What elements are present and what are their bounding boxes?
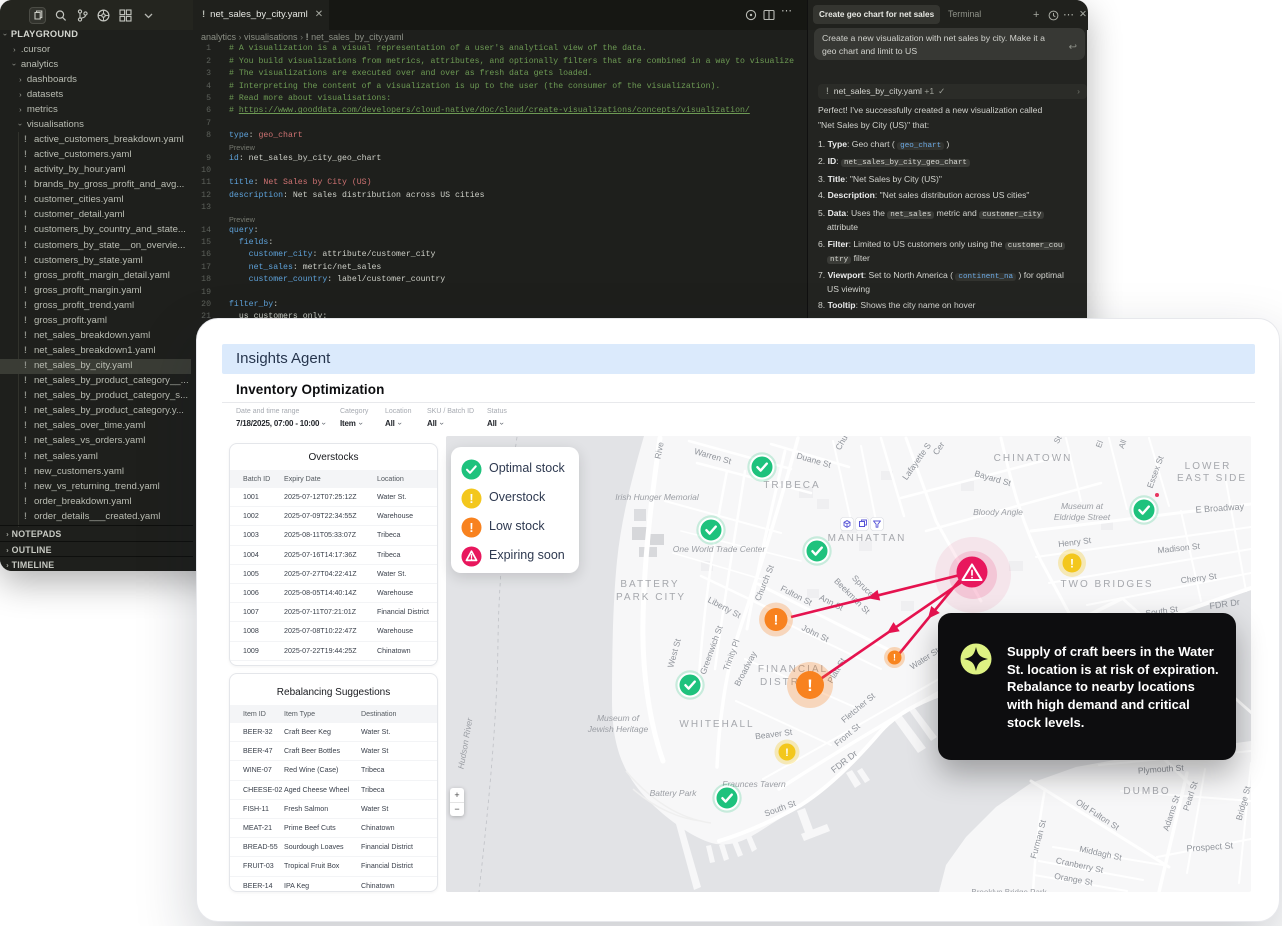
svg-text:!: !	[469, 521, 473, 535]
svg-text:Eldridge Street: Eldridge Street	[1054, 512, 1111, 522]
svg-text:PARK CITY: PARK CITY	[616, 592, 686, 603]
svg-text:St: St	[1052, 436, 1064, 445]
svg-text:Trinity Pl: Trinity Pl	[721, 638, 742, 672]
svg-text:Middagh St: Middagh St	[1079, 844, 1124, 863]
svg-text:!: !	[785, 747, 789, 759]
svg-text:Orange St: Orange St	[1054, 871, 1095, 888]
svg-text:LOWER: LOWER	[1185, 461, 1232, 472]
svg-text:BATTERY: BATTERY	[620, 579, 679, 590]
svg-text:!: !	[1070, 556, 1074, 570]
svg-text:Madison St: Madison St	[1157, 541, 1201, 555]
svg-text:EAST SIDE: EAST SIDE	[1177, 473, 1247, 484]
svg-text:John St: John St	[800, 622, 831, 644]
svg-text:Beaver St: Beaver St	[755, 727, 794, 742]
svg-text:Fletcher St: Fletcher St	[839, 690, 877, 724]
svg-text:!: !	[807, 676, 813, 695]
svg-text:E Broadway: E Broadway	[1195, 501, 1245, 514]
svg-text:Museum at: Museum at	[1061, 501, 1104, 511]
svg-text:El: El	[1094, 439, 1105, 449]
svg-text:All: All	[1117, 438, 1129, 450]
svg-text:!: !	[774, 612, 779, 628]
svg-text:Bridge St: Bridge St	[1234, 784, 1251, 821]
svg-text:Henry St: Henry St	[1058, 535, 1093, 549]
svg-text:TWO BRIDGES: TWO BRIDGES	[1060, 579, 1153, 590]
svg-text:Irish Hunger Memorial: Irish Hunger Memorial	[615, 492, 700, 502]
svg-text:!: !	[469, 492, 473, 506]
svg-text:Water St: Water St	[908, 645, 941, 672]
svg-text:TRIBECA: TRIBECA	[763, 480, 820, 491]
svg-text:CHINATOWN: CHINATOWN	[994, 453, 1073, 464]
svg-text:West St: West St	[665, 637, 682, 669]
svg-text:Bloody Angle: Bloody Angle	[973, 507, 1023, 517]
svg-text:DUMBO: DUMBO	[1123, 786, 1170, 797]
svg-text:Prospect St: Prospect St	[1186, 840, 1234, 853]
svg-text:Old Fulton St: Old Fulton St	[1074, 797, 1122, 833]
svg-text:Cer: Cer	[931, 440, 947, 457]
svg-text:One World Trade Center: One World Trade Center	[673, 544, 767, 554]
svg-text:Battery Park: Battery Park	[650, 788, 698, 798]
svg-text:!: !	[893, 653, 896, 663]
svg-text:Jewish Heritage: Jewish Heritage	[587, 724, 649, 734]
svg-text:Brooklyn Bridge Park: Brooklyn Bridge Park	[971, 888, 1047, 892]
svg-text:Lafayette S: Lafayette S	[900, 441, 933, 482]
svg-text:Duane St: Duane St	[795, 450, 832, 470]
svg-text:Rive: Rive	[652, 441, 665, 460]
svg-text:MANHATTAN: MANHATTAN	[828, 533, 907, 544]
svg-text:WHITEHALL: WHITEHALL	[679, 719, 754, 730]
svg-text:Cherry St: Cherry St	[1180, 571, 1217, 585]
svg-text:Museum of: Museum of	[597, 713, 641, 723]
